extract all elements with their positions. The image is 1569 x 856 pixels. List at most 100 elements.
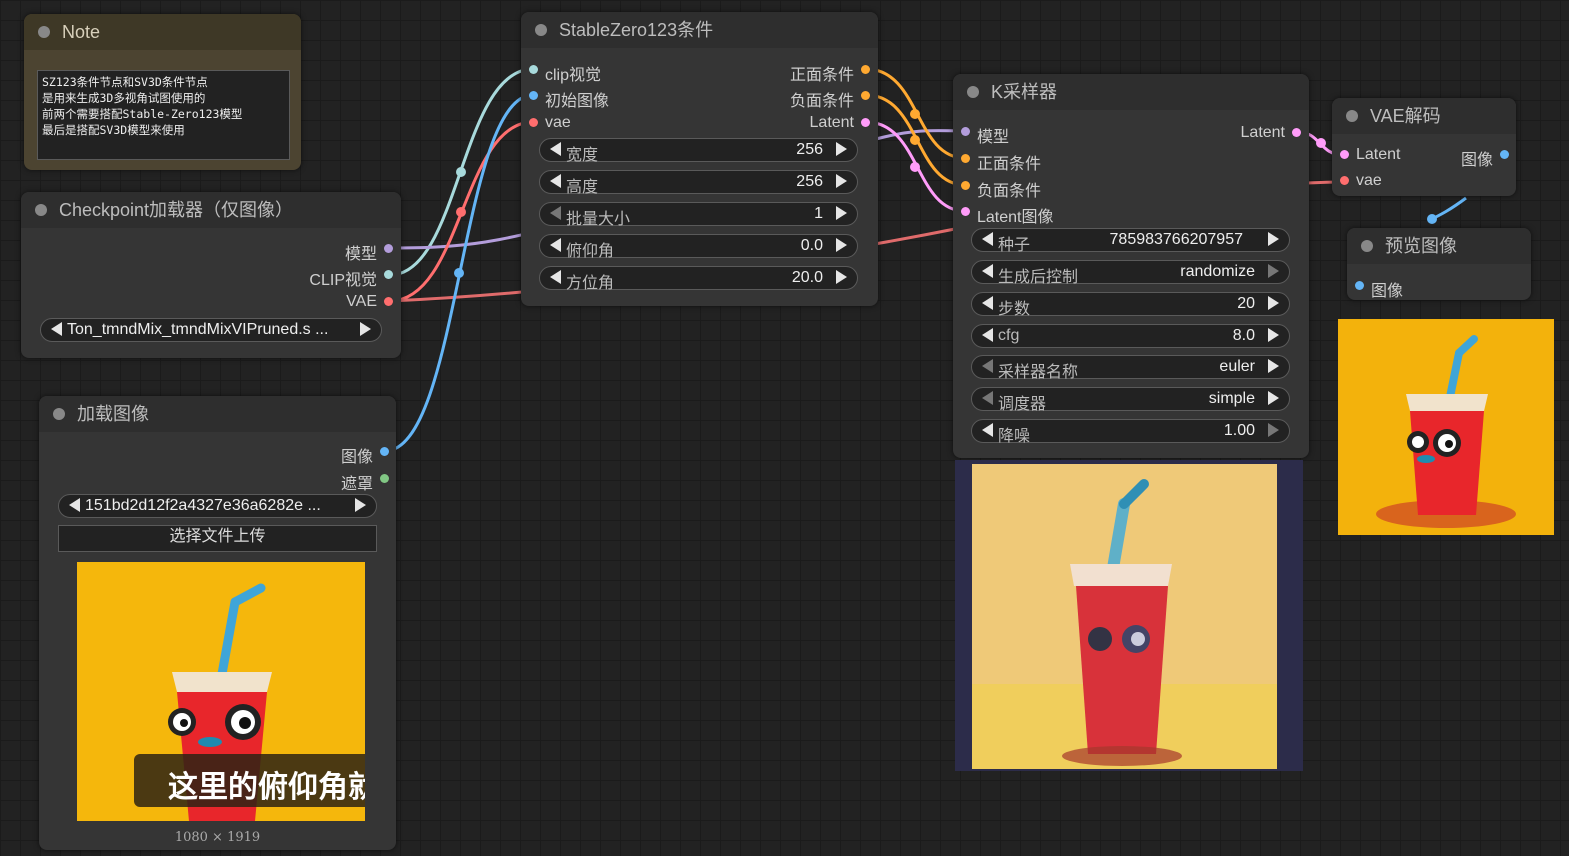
input-latent-image[interactable]: Latent图像: [961, 203, 1054, 227]
sampler-name-widget[interactable]: 采样器名称 euler: [971, 355, 1290, 381]
image-pin-icon[interactable]: [529, 91, 538, 100]
batch-size-widget[interactable]: 批量大小 1: [539, 202, 858, 228]
sz123-title-bar[interactable]: StableZero123条件: [521, 12, 878, 48]
model-pin-icon[interactable]: [384, 244, 393, 253]
output-latent[interactable]: Latent: [1241, 124, 1301, 142]
arrow-right-icon[interactable]: [836, 238, 847, 252]
collapse-dot-icon[interactable]: [35, 204, 47, 216]
arrow-right-icon[interactable]: [836, 206, 847, 220]
note-node[interactable]: Note SZ123条件节点和SV3D条件节点 是用来生成3D多视角试图使用的 …: [24, 14, 301, 170]
denoise-widget[interactable]: 降噪 1.00: [971, 419, 1290, 445]
output-vae[interactable]: VAE: [346, 293, 393, 311]
image-pin-icon[interactable]: [1355, 281, 1364, 290]
output-mask[interactable]: 遮罩: [341, 470, 389, 494]
latent-pin-icon[interactable]: [1292, 128, 1301, 137]
output-model[interactable]: 模型: [345, 240, 393, 264]
conditioning-pin-icon[interactable]: [961, 181, 970, 190]
output-positive[interactable]: 正面条件: [790, 61, 870, 85]
image-name-combo[interactable]: 151bd2d12f2a4327e36a6282e ...: [58, 494, 377, 518]
input-model[interactable]: 模型: [961, 123, 1009, 147]
conditioning-pin-icon[interactable]: [861, 65, 870, 74]
width-widget[interactable]: 宽度 256: [539, 138, 858, 164]
clip-vision-pin-icon[interactable]: [529, 65, 538, 74]
load-image-node[interactable]: 加载图像 图像 遮罩 151bd2d12f2a4327e36a6282e ...…: [39, 396, 396, 850]
elevation-widget[interactable]: 俯仰角 0.0: [539, 234, 858, 260]
model-pin-icon[interactable]: [961, 127, 970, 136]
ksampler-node[interactable]: K采样器 模型 正面条件 负面条件 Latent图像 Latent 种子 785…: [953, 74, 1309, 458]
arrow-left-icon[interactable]: [982, 391, 993, 405]
checkpoint-loader-node[interactable]: Checkpoint加载器（仅图像） 模型 CLIP视觉 VAE Ton_tmn…: [21, 192, 401, 358]
note-title-bar[interactable]: Note: [24, 14, 301, 50]
latent-pin-icon[interactable]: [1340, 150, 1349, 159]
clip-vision-pin-icon[interactable]: [384, 270, 393, 279]
preview-image-node[interactable]: 预览图像 图像: [1347, 228, 1531, 300]
arrow-left-icon[interactable]: [51, 322, 62, 336]
arrow-right-icon[interactable]: [836, 142, 847, 156]
arrow-left-icon[interactable]: [982, 296, 993, 310]
vae-pin-icon[interactable]: [1340, 176, 1349, 185]
arrow-left-icon[interactable]: [982, 328, 993, 342]
arrow-left-icon[interactable]: [550, 238, 561, 252]
arrow-left-icon[interactable]: [550, 174, 561, 188]
collapse-dot-icon[interactable]: [535, 24, 547, 36]
vae-decode-title-bar[interactable]: VAE解码: [1332, 98, 1516, 134]
arrow-right-icon[interactable]: [1268, 232, 1279, 246]
ckpt-name-combo[interactable]: Ton_tmndMix_tmndMixVIPruned.s ...: [40, 318, 382, 342]
cfg-widget[interactable]: cfg 8.0: [971, 324, 1290, 348]
arrow-right-icon[interactable]: [355, 498, 366, 512]
arrow-right-icon[interactable]: [1268, 359, 1279, 373]
control-after-generate-widget[interactable]: 生成后控制 randomize: [971, 260, 1290, 286]
input-init-image[interactable]: 初始图像: [529, 87, 609, 111]
vae-pin-icon[interactable]: [384, 297, 393, 306]
arrow-right-icon[interactable]: [360, 322, 371, 336]
output-clip-vision[interactable]: CLIP视觉: [309, 266, 393, 290]
arrow-right-icon[interactable]: [1268, 423, 1279, 437]
stablezero123-node[interactable]: StableZero123条件 clip视觉 初始图像 vae 正面条件 负面条…: [521, 12, 878, 306]
upload-button[interactable]: 选择文件上传: [58, 525, 377, 552]
arrow-right-icon[interactable]: [836, 174, 847, 188]
arrow-left-icon[interactable]: [982, 423, 993, 437]
output-negative[interactable]: 负面条件: [790, 87, 870, 111]
vae-decode-node[interactable]: VAE解码 Latent vae 图像: [1332, 98, 1516, 196]
image-pin-icon[interactable]: [380, 447, 389, 456]
latent-pin-icon[interactable]: [961, 207, 970, 216]
arrow-right-icon[interactable]: [836, 270, 847, 284]
mask-pin-icon[interactable]: [380, 474, 389, 483]
checkpoint-title-bar[interactable]: Checkpoint加载器（仅图像）: [21, 192, 401, 228]
scheduler-widget[interactable]: 调度器 simple: [971, 387, 1290, 413]
input-clip-vision[interactable]: clip视觉: [529, 61, 601, 85]
conditioning-pin-icon[interactable]: [861, 91, 870, 100]
input-latent[interactable]: Latent: [1340, 146, 1400, 164]
steps-widget[interactable]: 步数 20: [971, 292, 1290, 318]
ksampler-title-bar[interactable]: K采样器: [953, 74, 1309, 110]
load-image-title-bar[interactable]: 加载图像: [39, 396, 396, 432]
arrow-right-icon[interactable]: [1268, 296, 1279, 310]
collapse-dot-icon[interactable]: [1361, 240, 1373, 252]
input-vae[interactable]: vae: [1340, 172, 1382, 190]
collapse-dot-icon[interactable]: [38, 26, 50, 38]
preview-title-bar[interactable]: 预览图像: [1347, 228, 1531, 264]
height-widget[interactable]: 高度 256: [539, 170, 858, 196]
output-image[interactable]: 图像: [1461, 146, 1509, 170]
arrow-right-icon[interactable]: [1268, 264, 1279, 278]
arrow-left-icon[interactable]: [982, 264, 993, 278]
arrow-left-icon[interactable]: [550, 270, 561, 284]
azimuth-widget[interactable]: 方位角 20.0: [539, 266, 858, 292]
input-vae[interactable]: vae: [529, 114, 571, 132]
collapse-dot-icon[interactable]: [53, 408, 65, 420]
arrow-left-icon[interactable]: [550, 206, 561, 220]
output-image[interactable]: 图像: [341, 443, 389, 467]
image-pin-icon[interactable]: [1500, 150, 1509, 159]
arrow-left-icon[interactable]: [982, 232, 993, 246]
arrow-right-icon[interactable]: [1268, 391, 1279, 405]
arrow-left-icon[interactable]: [982, 359, 993, 373]
output-latent[interactable]: Latent: [810, 114, 870, 132]
arrow-right-icon[interactable]: [1268, 328, 1279, 342]
arrow-left-icon[interactable]: [550, 142, 561, 156]
note-textarea[interactable]: SZ123条件节点和SV3D条件节点 是用来生成3D多视角试图使用的 前两个需要…: [37, 70, 290, 160]
seed-widget[interactable]: 种子 785983766207957: [971, 228, 1290, 254]
input-positive[interactable]: 正面条件: [961, 150, 1041, 174]
input-image[interactable]: 图像: [1355, 277, 1403, 301]
input-negative[interactable]: 负面条件: [961, 177, 1041, 201]
collapse-dot-icon[interactable]: [1346, 110, 1358, 122]
